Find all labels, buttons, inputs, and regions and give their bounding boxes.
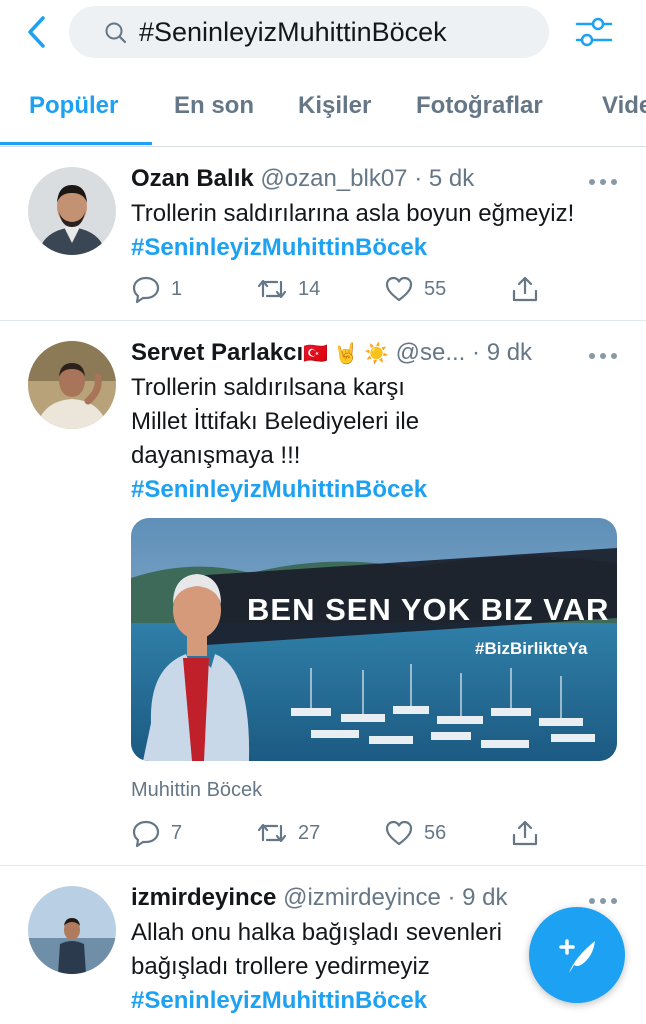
like-count: 55 <box>424 277 447 300</box>
search-filter-button[interactable] <box>574 12 622 52</box>
media-headline: BEN SEN YOK BIZ VAR <box>247 592 610 627</box>
hashtag-link[interactable]: #SeninleyizMuhittinBöcek <box>131 473 626 507</box>
author-handle[interactable]: @ozan_blk07 <box>260 165 407 192</box>
more-options-button[interactable] <box>588 892 618 906</box>
tweet-header: Servet Parlakcı🇹🇷 🤘 ☀️ @se... · 9 dk <box>131 339 532 367</box>
avatar[interactable] <box>28 886 116 974</box>
hashtag-link[interactable]: #SeninleyizMuhittinBöcek <box>131 231 626 265</box>
avatar-image <box>28 167 116 255</box>
tweet-text-line: Trollerin saldırılsana karşı <box>131 374 405 401</box>
tweet-media-image[interactable]: BEN SEN YOK BIZ VAR #BizBirlikteYa <box>131 518 617 761</box>
retweet-button[interactable]: 14 <box>256 271 320 307</box>
retweet-count: 14 <box>298 277 321 300</box>
separator-dot: · <box>414 165 423 192</box>
more-options-button[interactable] <box>588 347 618 361</box>
tweet-header: Ozan Balık @ozan_blk07 · 5 dk <box>131 165 474 193</box>
separator-dot: · <box>472 339 481 366</box>
media-caption[interactable]: Muhittin Böcek <box>131 779 262 802</box>
chevron-left-icon <box>28 16 45 48</box>
reply-icon <box>132 820 160 848</box>
sliders-icon <box>575 17 613 47</box>
more-options-button[interactable] <box>588 173 618 187</box>
tweet-text: Trollerin saldırılarına asla boyun eğmey… <box>131 197 626 265</box>
search-query: #SeninleyizMuhittinBöcek <box>139 16 447 47</box>
active-tab-indicator <box>0 142 152 145</box>
reply-count: 1 <box>171 277 183 300</box>
back-button[interactable] <box>18 12 54 52</box>
tweet-time: 9 dk <box>486 339 533 366</box>
like-count: 56 <box>424 821 447 844</box>
retweet-icon <box>257 823 287 843</box>
tweet[interactable]: Servet Parlakcı🇹🇷 🤘 ☀️ @se... · 9 dk Tro… <box>0 321 646 866</box>
tweet[interactable]: Ozan Balık @ozan_blk07 · 5 dk Trollerin … <box>0 147 646 321</box>
search-header: #SeninleyizMuhittinBöcek <box>0 0 646 64</box>
avatar[interactable] <box>28 341 116 429</box>
retweet-button[interactable]: 27 <box>256 815 320 851</box>
retweet-icon <box>257 279 287 299</box>
compose-feather-icon <box>559 939 595 973</box>
tweet-text-line: dayanışmaya !!! <box>131 442 301 469</box>
search-tabs: Popüler En son Kişiler Fotoğraflar Vide <box>0 64 646 147</box>
like-button[interactable]: 55 <box>384 271 446 307</box>
share-button[interactable] <box>510 815 540 851</box>
tweet-header: izmirdeyince @izmirdeyince · 9 dk <box>131 884 508 912</box>
share-button[interactable] <box>510 271 540 307</box>
tab-popular[interactable]: Popüler <box>29 92 118 120</box>
heart-icon <box>385 820 413 846</box>
tab-videos[interactable]: Vide <box>602 92 646 120</box>
separator-dot: · <box>447 884 456 911</box>
media-hashtag: #BizBirlikteYa <box>475 639 588 658</box>
author-name[interactable]: Servet Parlakcı <box>131 339 303 366</box>
author-handle[interactable]: @izmirdeyince <box>283 884 441 911</box>
tweet-time: 5 dk <box>428 165 475 192</box>
tweet-actions: 7 27 56 <box>131 815 611 851</box>
reply-button[interactable]: 7 <box>131 815 182 851</box>
search-input[interactable]: #SeninleyizMuhittinBöcek <box>69 6 549 58</box>
share-icon <box>512 820 538 846</box>
tweet-text-line: Trollerin saldırılarına asla boyun eğmey… <box>131 200 575 227</box>
avatar[interactable] <box>28 167 116 255</box>
author-emoji: 🇹🇷 🤘 ☀️ <box>303 343 389 365</box>
compose-tweet-button[interactable] <box>529 907 625 1003</box>
heart-icon <box>385 276 413 302</box>
tab-latest[interactable]: En son <box>174 92 254 120</box>
more-icon <box>589 898 617 904</box>
share-icon <box>512 276 538 302</box>
retweet-count: 27 <box>298 821 321 844</box>
author-handle[interactable]: @se... <box>396 339 466 366</box>
search-icon <box>105 22 127 44</box>
reply-count: 7 <box>171 821 183 844</box>
more-icon <box>589 353 617 359</box>
tweet-text: Trollerin saldırılsana karşı Millet İtti… <box>131 371 626 507</box>
tab-photos[interactable]: Fotoğraflar <box>416 92 543 120</box>
tweet-time: 9 dk <box>462 884 508 911</box>
avatar-image <box>28 341 116 429</box>
author-name[interactable]: Ozan Balık <box>131 165 254 192</box>
reply-button[interactable]: 1 <box>131 271 182 307</box>
reply-icon <box>132 276 160 304</box>
avatar-image <box>28 886 116 974</box>
tweet-text-line: Millet İttifakı Belediyeleri ile <box>131 408 420 435</box>
more-icon <box>589 179 617 185</box>
like-button[interactable]: 56 <box>384 815 446 851</box>
tab-people[interactable]: Kişiler <box>298 92 371 120</box>
tweet-actions: 1 14 55 <box>131 271 611 307</box>
author-name[interactable]: izmirdeyince <box>131 884 276 911</box>
